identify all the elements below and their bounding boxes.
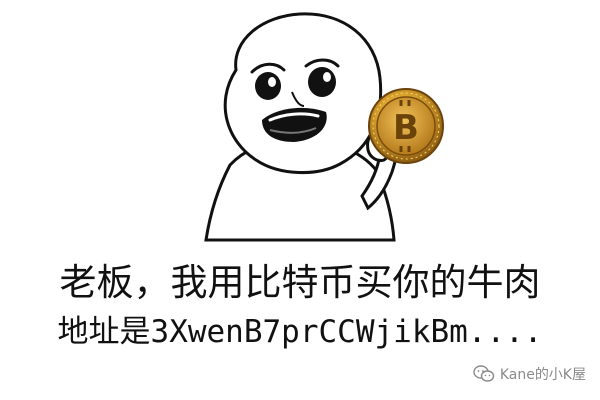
meme-image: B 老板，我用比特币买你的牛肉 地址是3XwenB7prCCWjikBm....… [0, 0, 600, 400]
wechat-icon [473, 365, 495, 382]
character-head [223, 12, 383, 174]
meme-illustration: B [204, 12, 444, 242]
caption-line-2: 地址是3XwenB7prCCWjikBm.... [57, 314, 543, 350]
watermark-text: Kane的小K屋 [499, 367, 586, 383]
right-eye [308, 67, 336, 97]
watermark: Kane的小K屋 [473, 364, 586, 384]
bitcoin-coin-icon: B [368, 88, 444, 164]
caption-line-1: 老板，我用比特币买你的牛肉 [59, 261, 541, 304]
left-eye [255, 72, 281, 100]
coin-symbol: B [393, 108, 419, 148]
